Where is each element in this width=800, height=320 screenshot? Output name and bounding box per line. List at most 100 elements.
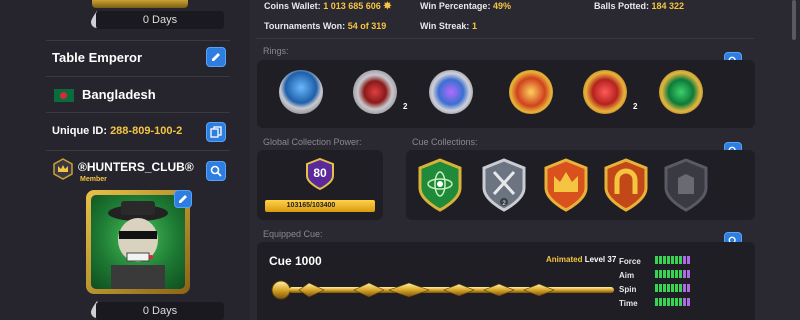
ring-8ball-icon[interactable] <box>279 70 323 114</box>
copy-icon <box>210 126 222 138</box>
locked-collection-badge-icon[interactable] <box>662 158 710 212</box>
cue-attr-segment <box>655 298 658 306</box>
copy-id-button[interactable] <box>206 122 226 142</box>
cue-attr-segment <box>671 284 674 292</box>
search-icon <box>210 165 222 177</box>
avatar-frame-top <box>92 0 188 8</box>
stat-label: Balls Potted: <box>594 1 650 11</box>
cue-attr-segment <box>667 298 670 306</box>
cue-attr-label: Spin <box>619 285 637 294</box>
unique-id: Unique ID: 288-809-100-2 <box>52 125 182 137</box>
cue-attr-segment <box>659 284 662 292</box>
ring-count: 2 <box>403 102 408 111</box>
cue-attr-segment <box>663 270 666 278</box>
ring-gold-heart-icon[interactable] <box>583 70 627 114</box>
club-role: Member <box>80 176 107 183</box>
days-counter-top: 0 Days <box>96 11 224 29</box>
days-counter-bottom: 0 Days <box>96 302 224 320</box>
cue-attr-segment <box>679 270 682 278</box>
rings-card: 2 2 <box>257 60 755 128</box>
cue-attr-label: Aim <box>619 271 635 280</box>
cue-attributes: Force Aim Spin Time <box>619 256 739 316</box>
cue-attr-row: Spin <box>619 284 739 294</box>
stat-label: Win Percentage: <box>420 1 491 11</box>
unique-id-value: 288-809-100-2 <box>110 125 183 137</box>
cue-attr-segment <box>659 256 662 264</box>
scrollbar[interactable] <box>792 0 796 40</box>
cue-attr-row: Force <box>619 256 739 266</box>
cue-attr-label: Time <box>619 299 638 308</box>
stat-value: 184 322 <box>651 1 685 11</box>
cue-attr-segment <box>687 298 690 306</box>
stat-value: 49% <box>492 1 511 11</box>
unique-id-label: Unique ID: <box>52 125 107 137</box>
country-name: Bangladesh <box>82 87 156 102</box>
skull-avatar-icon <box>108 201 168 289</box>
avatar-image <box>91 195 185 289</box>
section-label-power: Global Collection Power: <box>263 137 362 147</box>
section-label-rings: Rings: <box>263 46 289 56</box>
cue-attr-row: Time <box>619 298 739 308</box>
cue-attr-segment <box>655 270 658 278</box>
equipped-cue-card: Cue 1000 Animated Level 37 Force Aim Spi… <box>257 242 755 320</box>
cue-name: Cue 1000 <box>269 254 322 268</box>
profile-panel: 0 Days Table Emperor Bangladesh Unique I… <box>46 0 230 320</box>
cue-attr-segment <box>679 256 682 264</box>
cue-attr-segment <box>675 256 678 264</box>
cue-animated-label: Animated <box>546 255 583 264</box>
stat-tournaments-won: Tournaments Won: 54 of 319 <box>264 21 386 31</box>
cue-meta: Animated Level 37 <box>546 255 616 264</box>
power-progress-text: 103165/103400 <box>286 202 336 209</box>
cue-attr-segment <box>679 298 682 306</box>
club-name: ®HUNTERS_CLUB® <box>78 160 194 174</box>
gear-coin-icon: ✸ <box>383 1 392 12</box>
stat-coins: Coins Wallet: 1 013 685 606 ✸ <box>264 1 392 12</box>
ring-emerald-icon[interactable] <box>659 70 703 114</box>
cue-level-label: Level 37 <box>584 255 617 264</box>
cue-attr-segment <box>667 256 670 264</box>
divider <box>256 38 754 39</box>
divider <box>46 150 230 151</box>
cue-attr-segment <box>663 298 666 306</box>
cue-attr-segment <box>655 284 658 292</box>
pencil-icon <box>179 195 187 203</box>
power-progress-bar: 103165/103400 <box>265 200 375 212</box>
cue-attr-segment <box>687 256 690 264</box>
cue-attr-segment <box>659 298 662 306</box>
ring-count: 2 <box>633 102 638 111</box>
pencil-icon <box>212 53 220 61</box>
cue-attr-segment <box>683 270 686 278</box>
stat-value: 54 of 319 <box>347 21 387 31</box>
swords-collection-badge-icon[interactable]: 2 <box>480 158 528 212</box>
horseshoe-collection-badge-icon[interactable] <box>602 158 650 212</box>
cue-attr-segment <box>663 284 666 292</box>
ring-galaxy-icon[interactable] <box>429 70 473 114</box>
player-name: Table Emperor <box>52 50 143 65</box>
cue-attr-segment <box>687 284 690 292</box>
stat-label: Coins Wallet: <box>264 1 321 11</box>
ring-gold-dice-icon[interactable] <box>509 70 553 114</box>
divider <box>46 112 230 113</box>
cue-attr-segment <box>655 256 658 264</box>
ring-silver-icon[interactable] <box>353 70 397 114</box>
cue-attr-segment <box>687 270 690 278</box>
cue-attr-segment <box>671 256 674 264</box>
club-search-button[interactable] <box>206 161 226 181</box>
stat-win-percentage: Win Percentage: 49% <box>420 1 511 11</box>
cue-attr-segment <box>667 270 670 278</box>
edit-avatar-button[interactable] <box>174 190 192 208</box>
collection-power-card: 80 103165/103400 <box>257 150 383 220</box>
cue-attr-label: Force <box>619 257 641 266</box>
atom-collection-badge-icon[interactable] <box>416 158 464 212</box>
crown-collection-badge-icon[interactable] <box>542 158 590 212</box>
club-crown-icon <box>53 158 73 180</box>
profile-sidebar: 0 Days Table Emperor Bangladesh Unique I… <box>0 0 250 320</box>
stat-win-streak: Win Streak: 1 <box>420 21 477 31</box>
section-label-cue-collections: Cue Collections: <box>412 137 478 147</box>
cue-attr-segment <box>683 284 686 292</box>
edit-name-button[interactable] <box>206 47 226 67</box>
cue-attr-segment <box>671 270 674 278</box>
power-level-value: 80 <box>313 166 327 180</box>
cue-attr-segment <box>675 270 678 278</box>
cue-attr-segment <box>675 298 678 306</box>
